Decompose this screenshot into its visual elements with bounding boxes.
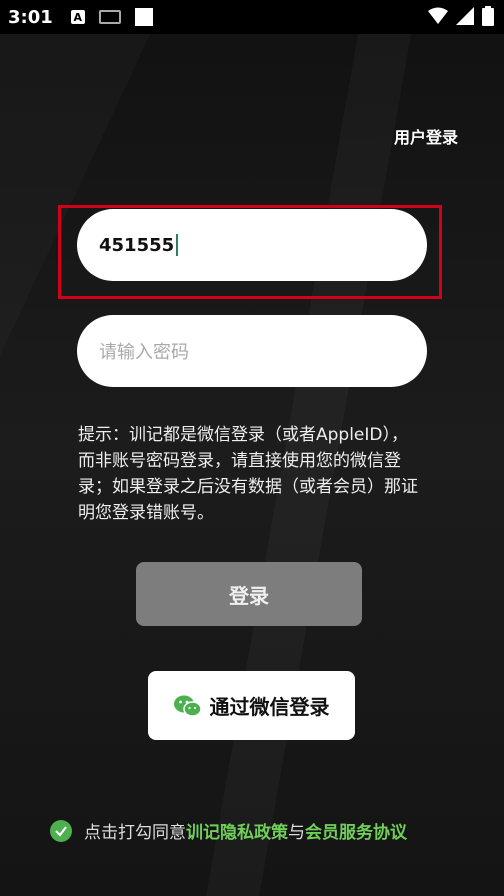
wechat-login-button[interactable]: 通过微信登录 — [148, 671, 355, 740]
service-agreement-link[interactable]: 会员服务协议 — [305, 818, 407, 843]
keyboard-icon — [98, 10, 121, 24]
status-icons-right — [428, 6, 494, 26]
status-icons-left: A — [70, 8, 153, 26]
wechat-icon — [173, 695, 202, 717]
password-placeholder: 请输入密码 — [99, 342, 189, 363]
agreement-check-icon[interactable] — [50, 819, 72, 842]
highlight-box — [58, 205, 442, 299]
password-input[interactable]: 请输入密码 — [77, 315, 427, 387]
status-bar: 3:01 A — [0, 0, 504, 34]
battery-icon — [482, 6, 494, 26]
a-icon: A — [70, 10, 85, 24]
status-time: 3:01 — [8, 6, 53, 28]
signal-icon — [456, 7, 474, 25]
page-title: 用户登录 — [393, 128, 458, 147]
wifi-icon — [428, 7, 448, 24]
wechat-login-label: 通过微信登录 — [209, 695, 330, 719]
agreement-joiner: 与 — [288, 823, 305, 843]
login-button[interactable]: 登录 — [136, 562, 362, 626]
agreement-prefix: 点击打勾同意 — [84, 823, 186, 843]
login-button-label: 登录 — [229, 583, 269, 608]
hint-text: 提示：训记都是微信登录（或者AppleID），而非账号密码登录，请直接使用您的微… — [78, 425, 418, 523]
privacy-policy-link[interactable]: 训记隐私政策 — [186, 818, 288, 843]
agreement-row: 点击打勾同意 训记隐私政策 与 会员服务协议 — [50, 818, 407, 843]
square-icon — [134, 8, 153, 26]
